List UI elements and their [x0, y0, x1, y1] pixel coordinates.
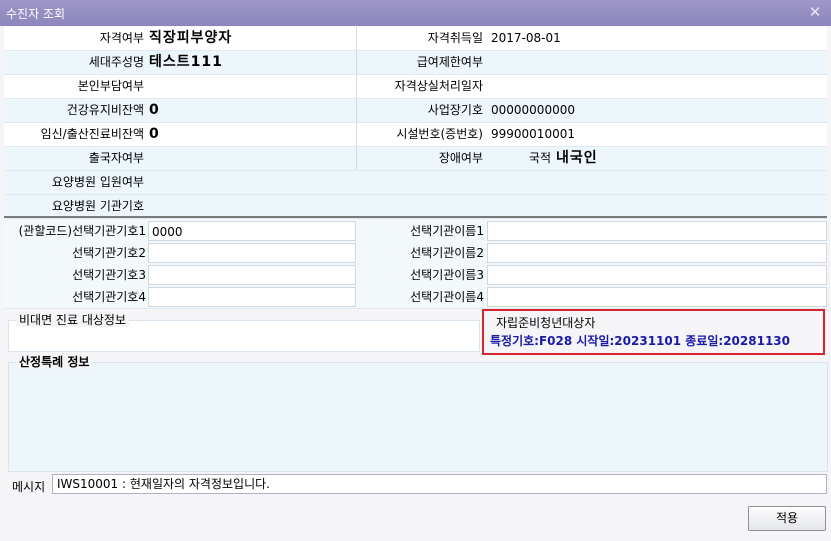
institution-name3-field[interactable]	[487, 265, 827, 285]
pregnancy-balance-label: 임신/출산진료비잔액	[40, 127, 144, 141]
institution-name4-label: 선택기관이름4	[410, 290, 484, 304]
divider	[356, 99, 357, 122]
institution-code2-label: 선택기관기호2	[72, 246, 146, 260]
workplace-code-value: 00000000000	[491, 103, 575, 117]
institution-code1-label: (관할코드)선택기관기호1	[18, 224, 146, 238]
institution-name2-field[interactable]	[487, 243, 827, 263]
info-row: 임신/출산진료비잔액 0 시설번호(증번호) 99900010001	[4, 123, 827, 147]
institution-row: 선택기관기호2 선택기관이름2	[4, 242, 827, 265]
institution-row: (관할코드)선택기관기호1 0000 선택기관이름1	[4, 220, 827, 243]
loss-processing-label: 자격상실처리일자	[394, 79, 483, 93]
patient-inquiry-window: 수진자 조회 ✕ 자격여부 직장피부양자 자격취득일 2017-08-01 세대…	[0, 0, 831, 541]
acquisition-date-label: 자격취득일	[427, 31, 483, 45]
health-balance-value: 0	[149, 102, 160, 118]
institution-code2-field[interactable]	[148, 243, 356, 263]
title-bar[interactable]: 수진자 조회 ✕	[0, 0, 831, 26]
benefit-limit-label: 급여제한여부	[416, 55, 483, 69]
householder-value: 테스트111	[149, 54, 223, 70]
info-row: 본인부담여부 자격상실처리일자	[4, 75, 827, 99]
info-row: 자격여부 직장피부양자 자격취득일 2017-08-01	[4, 27, 827, 51]
youth-independence-detail: 특정기호:F028 시작일:20231101 종료일:20281130	[490, 334, 790, 348]
institution-code3-field[interactable]	[148, 265, 356, 285]
telemedicine-title: 비대면 진료 대상정보	[16, 313, 129, 327]
nursing-admission-value	[149, 171, 449, 194]
nursing-code-value	[149, 195, 449, 218]
nationality-label: 국적	[528, 151, 551, 165]
workplace-code-label: 사업장기호	[427, 103, 483, 117]
acquisition-date-value: 2017-08-01	[491, 31, 561, 45]
special-calculation-title: 산정특례 정보	[16, 355, 93, 369]
special-calculation-group	[8, 362, 828, 472]
institution-row: 선택기관기호4 선택기관이름4	[4, 286, 827, 309]
window-title: 수진자 조회	[6, 7, 66, 21]
householder-label: 세대주성명	[88, 55, 144, 69]
disability-label: 장애여부	[438, 151, 483, 165]
facility-number-label: 시설번호(증번호)	[396, 127, 483, 141]
copay-value	[149, 75, 349, 98]
selected-institution-panel: (관할코드)선택기관기호1 0000 선택기관이름1 선택기관기호2 선택기관이…	[4, 220, 827, 309]
institution-row: 선택기관기호3 선택기관이름3	[4, 264, 827, 287]
youth-independence-box: 자립준비청년대상자 특정기호:F028 시작일:20231101 종료일:202…	[482, 309, 825, 355]
divider	[356, 123, 357, 146]
institution-name1-field[interactable]	[487, 221, 827, 241]
pregnancy-balance-value: 0	[149, 126, 160, 142]
benefit-limit-value	[491, 51, 691, 74]
divider	[356, 27, 357, 50]
institution-code4-field[interactable]	[148, 287, 356, 307]
departure-value	[149, 147, 349, 170]
info-row: 건강유지비잔액 0 사업장기호 00000000000	[4, 99, 827, 123]
message-field: IWS10001 : 현재일자의 자격정보입니다.	[52, 474, 827, 494]
info-row: 세대주성명 테스트111 급여제한여부	[4, 51, 827, 75]
qualification-type-label: 자격여부	[99, 31, 144, 45]
institution-code4-label: 선택기관기호4	[72, 290, 146, 304]
section-divider	[4, 216, 827, 218]
health-balance-label: 건강유지비잔액	[66, 103, 144, 117]
divider	[356, 75, 357, 98]
institution-name2-label: 선택기관이름2	[410, 246, 484, 260]
divider	[356, 147, 357, 170]
institution-name1-label: 선택기관이름1	[410, 224, 484, 238]
qualification-info-panel: 자격여부 직장피부양자 자격취득일 2017-08-01 세대주성명 테스트11…	[4, 27, 827, 219]
nursing-code-label: 요양병원 기관기호	[51, 199, 144, 213]
nursing-admission-label: 요양병원 입원여부	[51, 175, 144, 189]
nationality-value: 내국인	[556, 150, 598, 166]
info-row: 요양병원 입원여부	[4, 171, 827, 195]
message-label: 메시지	[12, 480, 46, 494]
copay-label: 본인부담여부	[77, 79, 144, 93]
departure-label: 출국자여부	[88, 151, 144, 165]
institution-name4-field[interactable]	[487, 287, 827, 307]
divider	[356, 51, 357, 74]
info-row: 출국자여부 장애여부 국적 내국인	[4, 147, 827, 171]
facility-number-value: 99900010001	[491, 127, 575, 141]
apply-button[interactable]: 적용	[748, 506, 826, 531]
qualification-type-value: 직장피부양자	[149, 30, 233, 46]
institution-code3-label: 선택기관기호3	[72, 268, 146, 282]
loss-processing-value	[491, 75, 691, 98]
close-icon[interactable]: ✕	[807, 3, 823, 21]
institution-code1-field[interactable]: 0000	[148, 221, 356, 241]
youth-independence-title: 자립준비청년대상자	[496, 316, 596, 330]
institution-name3-label: 선택기관이름3	[410, 268, 484, 282]
